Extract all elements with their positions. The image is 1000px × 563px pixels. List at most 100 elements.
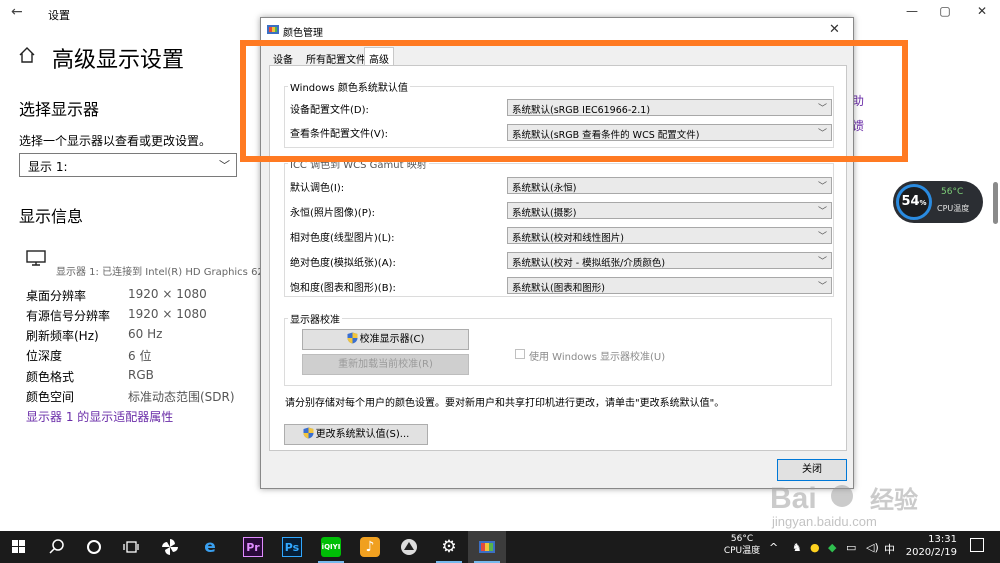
tray-app-icon[interactable]: ● [810, 541, 820, 554]
info-value: 1920 × 1080 [128, 307, 207, 321]
tray-temperature-label: CPU温度 [723, 546, 761, 556]
color-management-icon [267, 25, 279, 34]
info-label: 位深度 [26, 349, 63, 363]
dialog-title: 颜色管理 [283, 28, 323, 39]
start-button[interactable] [0, 531, 38, 563]
change-system-defaults-button[interactable]: 更改系统默认值(S)... [284, 424, 428, 445]
system-clock[interactable]: 13:31 2020/2/19 [903, 533, 957, 559]
change-system-defaults-label: 更改系统默认值(S)... [315, 429, 410, 440]
defaults-note: 请分别存储对每个用户的颜色设置。要对新用户和共享打印机进行更改，请单击"更改系统… [285, 398, 725, 409]
gamut-row-value: 系统默认(永恒) [512, 183, 577, 194]
gamut-row-label: 绝对色度(模拟纸张)(A): [290, 258, 396, 269]
iqiyi-icon: iQIYI [321, 537, 341, 557]
info-value: 1920 × 1080 [128, 287, 207, 301]
info-value: 标准动态范围(SDR) [128, 390, 235, 404]
cpu-temperature: 56°C [941, 187, 964, 197]
color-management-icon [479, 541, 495, 553]
calibrate-display-button[interactable]: 校准显示器(C) [302, 329, 469, 350]
display-info-heading: 显示信息 [19, 207, 84, 226]
chevron-down-icon: ﹀ [817, 282, 827, 292]
close-window-button[interactable]: ✕ [972, 4, 992, 18]
show-hidden-icons-chevron-icon[interactable]: ^ [769, 541, 778, 554]
saturation-dropdown[interactable]: 系统默认(图表和图形) ﹀ [507, 277, 832, 294]
pinwheel-app-button[interactable] [151, 531, 189, 563]
inkscape-icon [401, 539, 417, 555]
action-center-icon[interactable] [970, 538, 984, 552]
gamut-row-label: 相对色度(线型图片)(L): [290, 233, 395, 244]
home-icon[interactable] [18, 46, 36, 64]
cpu-usage-gauge: 54% [896, 184, 932, 220]
info-label: 颜色格式 [26, 370, 75, 384]
game-app-button[interactable]: ♪ [351, 531, 389, 563]
task-view-icon [123, 541, 139, 553]
tray-cpu-temperature[interactable]: 56°C CPU温度 [722, 533, 762, 557]
pinwheel-app-icon [162, 539, 178, 555]
side-scroll-handle[interactable] [993, 182, 998, 224]
reload-calibration-button[interactable]: 重新加载当前校准(R) [302, 354, 469, 375]
watermark-url: jingyan.baidu.com [771, 514, 877, 529]
dialog-close-icon[interactable]: ✕ [829, 22, 840, 37]
info-value: 60 Hz [128, 327, 163, 341]
monitor-icon [26, 250, 46, 266]
gamut-row-value: 系统默认(校对 - 模拟纸张/介质颜色) [512, 258, 666, 269]
use-windows-calibration-label: 使用 Windows 显示器校准(U) [529, 352, 666, 363]
info-label: 颜色空间 [26, 390, 75, 404]
battery-icon[interactable]: ▭ [846, 541, 856, 554]
cpu-usage-value: 54 [901, 194, 920, 209]
task-view-button[interactable] [112, 531, 150, 563]
premiere-button[interactable]: Pr [234, 531, 272, 563]
photoshop-icon: Ps [282, 537, 302, 557]
uac-shield-icon [303, 427, 314, 439]
display-dropdown[interactable]: 显示 1: ﹀ [19, 153, 237, 177]
cpu-monitor-widget[interactable]: 54% 56°C CPU温度 [893, 181, 983, 223]
ie-icon: e [204, 537, 216, 557]
ime-indicator[interactable]: 中 [884, 541, 895, 557]
monitor-description: 显示器 1: 已连接到 Intel(R) HD Graphics 620 [56, 267, 261, 278]
volume-icon[interactable]: ◁) [866, 541, 879, 554]
inkscape-button[interactable] [390, 531, 428, 563]
tray-temperature-value: 56°C [730, 534, 754, 544]
watermark-brand: Bai [770, 482, 817, 515]
tray-app-icon[interactable]: ♞ [792, 541, 802, 554]
gamut-row-label: 默认调色(I): [290, 183, 345, 194]
default-rendering-dropdown[interactable]: 系统默认(永恒) ﹀ [507, 177, 832, 194]
relative-colorimetric-dropdown[interactable]: 系统默认(校对和线性图片) ﹀ [507, 227, 832, 244]
watermark-brand-cn: 经验 [870, 486, 918, 514]
select-display-heading: 选择显示器 [19, 100, 100, 119]
use-windows-calibration-checkbox[interactable] [515, 349, 525, 359]
photoshop-button[interactable]: Ps [273, 531, 311, 563]
minimize-button[interactable]: — [902, 4, 922, 18]
search-icon [49, 539, 64, 554]
page-title: 高级显示设置 [52, 48, 185, 73]
settings-button[interactable]: ⚙ [430, 531, 468, 563]
back-arrow-icon[interactable]: ← [11, 4, 23, 20]
search-button[interactable] [38, 531, 76, 563]
premiere-icon: Pr [243, 537, 263, 557]
info-label: 桌面分辨率 [26, 289, 87, 303]
perceptual-dropdown[interactable]: 系统默认(摄影) ﹀ [507, 202, 832, 219]
game-app-icon: ♪ [360, 537, 380, 557]
clock-date: 2020/2/19 [905, 547, 957, 558]
calibration-title: 显示器校准 [288, 311, 342, 326]
gamut-row-value: 系统默认(摄影) [512, 208, 577, 219]
cortana-button[interactable] [75, 531, 113, 563]
select-display-hint: 选择一个显示器以查看或更改设置。 [19, 134, 212, 148]
maximize-button[interactable]: ▢ [935, 4, 955, 18]
cpu-usage-unit: % [919, 199, 927, 207]
info-value: 6 位 [128, 349, 152, 363]
info-label: 刷新频率(Hz) [26, 329, 99, 343]
chevron-down-icon: ﹀ [817, 182, 827, 192]
chevron-down-icon: ﹀ [817, 207, 827, 217]
windows-logo-icon [12, 540, 25, 553]
highlight-annotation-box [240, 40, 908, 162]
iqiyi-button[interactable]: iQIYI [312, 531, 350, 563]
cpu-temperature-label: CPU温度 [937, 204, 970, 213]
info-value: RGB [128, 368, 154, 382]
display-adapter-properties-link[interactable]: 显示器 1 的显示适配器属性 [26, 408, 173, 425]
color-management-taskbar-button[interactable] [468, 531, 506, 563]
absolute-colorimetric-dropdown[interactable]: 系统默认(校对 - 模拟纸张/介质颜色) ﹀ [507, 252, 832, 269]
ie-button[interactable]: e [191, 531, 229, 563]
gamut-row-value: 系统默认(校对和线性图片) [512, 233, 624, 244]
calibrate-display-label: 校准显示器(C) [359, 334, 425, 345]
tray-app-icon[interactable]: ◆ [828, 541, 836, 554]
